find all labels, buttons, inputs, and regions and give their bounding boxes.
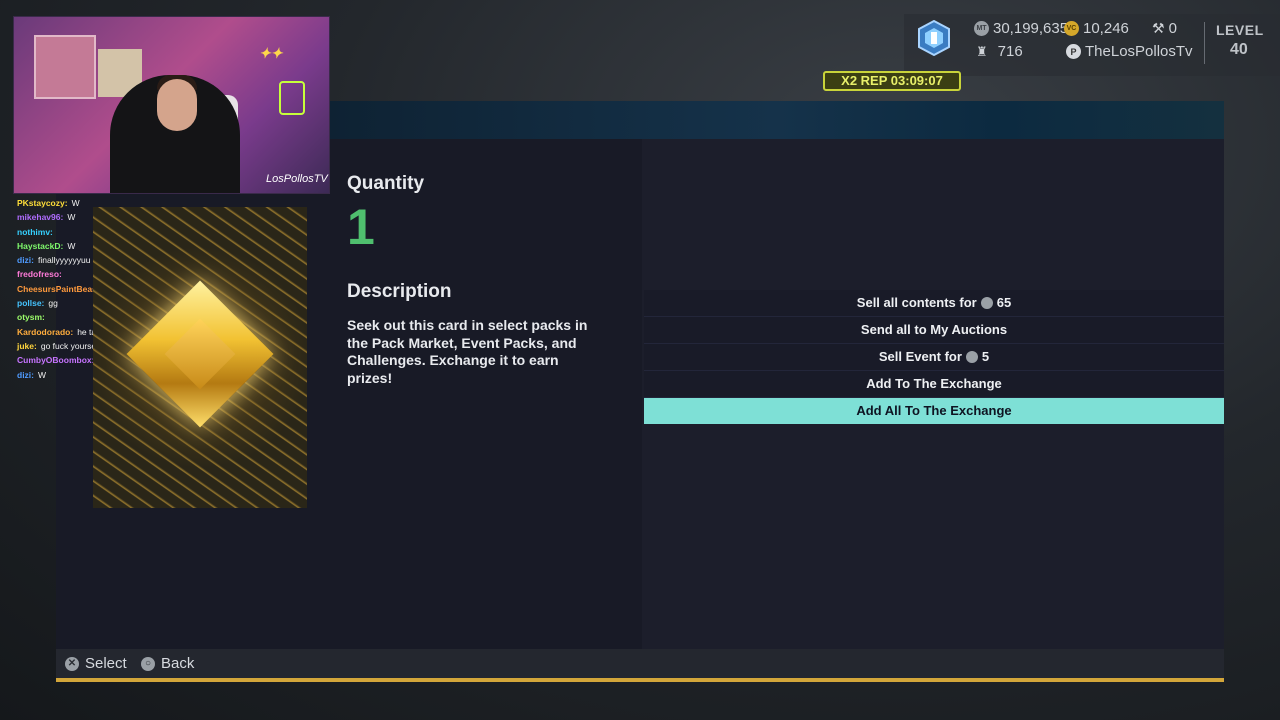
chat-username: PKstaycozy: <box>17 198 68 208</box>
mt-coin-icon <box>980 297 993 309</box>
chat-text: W <box>67 212 76 223</box>
hud-panel: MT 30,199,635 VC 10,246 ⚒ 0 ♜ 716 P TheL… <box>904 14 1280 76</box>
option-label: Add To The Exchange <box>866 376 1002 391</box>
quantity-value: 1 <box>347 199 375 255</box>
chat-username: nothimv: <box>17 226 53 237</box>
chat-username: CumbyOBoombox: <box>17 355 95 366</box>
option-label: Sell all contents for <box>856 295 977 310</box>
select-hint[interactable]: ✕ Select <box>65 655 127 672</box>
option-value: 65 <box>996 295 1012 310</box>
rank-badge-icon <box>918 20 950 56</box>
username: P TheLosPollosTv <box>1066 43 1193 60</box>
trophy-icon: ♜ <box>976 43 988 59</box>
level-value: 40 <box>1230 41 1248 58</box>
circle-button-icon: ○ <box>141 656 155 671</box>
action-menu: Sell all contents for 65 Send all to My … <box>644 290 1224 424</box>
chat-text: W <box>67 240 76 251</box>
description-label: Description <box>347 281 452 302</box>
send-all-to-auctions-option[interactable]: Send all to My Auctions <box>644 317 1224 344</box>
wall-poster <box>34 35 96 99</box>
stream-watermark: LosPollosTV <box>266 173 328 185</box>
cross-button-icon: ✕ <box>65 656 79 671</box>
neon-jersey <box>279 81 305 115</box>
add-all-to-exchange-option[interactable]: Add All To The Exchange <box>644 398 1224 424</box>
chat-username: mikehav96: <box>17 212 64 223</box>
option-label: Add All To The Exchange <box>856 403 1012 418</box>
chat-username: Kardodorado: <box>17 326 74 337</box>
hud-divider <box>1204 22 1205 64</box>
option-label: Send all to My Auctions <box>860 322 1008 337</box>
footer-bar <box>56 649 1224 678</box>
quantity-label: Quantity <box>347 173 425 194</box>
auction-count: ⚒ 0 <box>1152 20 1177 37</box>
rep-timer: X2 REP 03:09:07 <box>823 71 961 91</box>
add-to-exchange-option[interactable]: Add To The Exchange <box>644 371 1224 398</box>
chat-username: dizi: <box>17 255 34 266</box>
chat-text: W <box>71 198 80 208</box>
mt-coin-icon: MT <box>974 21 989 36</box>
neon-sign: ✦✦ <box>259 45 283 61</box>
footer-accent-line <box>56 678 1224 682</box>
chat-username: HaystackD: <box>17 240 64 251</box>
chat-text: finallyyyyyyuu <box>38 255 91 266</box>
sell-event-option[interactable]: Sell Event for 5 <box>644 344 1224 371</box>
chat-username: fredofreso: <box>17 269 62 280</box>
webcam-overlay: ✦✦ LosPollosTV <box>13 16 330 194</box>
vc-coin-icon: VC <box>1064 21 1079 36</box>
back-hint[interactable]: ○ Back <box>141 655 194 672</box>
chat-username: CheesursPaintBeast: <box>17 283 103 294</box>
chat-text: gg <box>48 298 58 309</box>
playstation-icon: P <box>1066 44 1081 59</box>
sell-all-contents-option[interactable]: Sell all contents for 65 <box>644 290 1224 317</box>
back-label: Back <box>161 655 195 672</box>
chat-username: otysm: <box>17 312 45 323</box>
rank-value: ♜ 716 <box>976 43 1023 60</box>
vc-balance: VC 10,246 <box>1064 20 1129 37</box>
option-label: Sell Event for <box>878 349 962 364</box>
gavel-icon: ⚒ <box>1152 20 1165 36</box>
select-label: Select <box>85 655 127 672</box>
chat-username: dizi: <box>17 369 34 380</box>
streamer-face <box>157 79 197 131</box>
level-label: LEVEL <box>1216 22 1264 38</box>
chat-text: W <box>38 369 47 380</box>
chat-username: pollse: <box>17 298 45 309</box>
option-value: 5 <box>981 349 990 364</box>
chat-username: juke: <box>17 340 37 351</box>
header-bar <box>330 101 1224 139</box>
mt-balance: MT 30,199,635 <box>974 20 1068 37</box>
exchange-card <box>93 207 307 508</box>
description-text: Seek out this card in select packs in th… <box>347 317 588 386</box>
mt-coin-icon <box>965 351 978 363</box>
